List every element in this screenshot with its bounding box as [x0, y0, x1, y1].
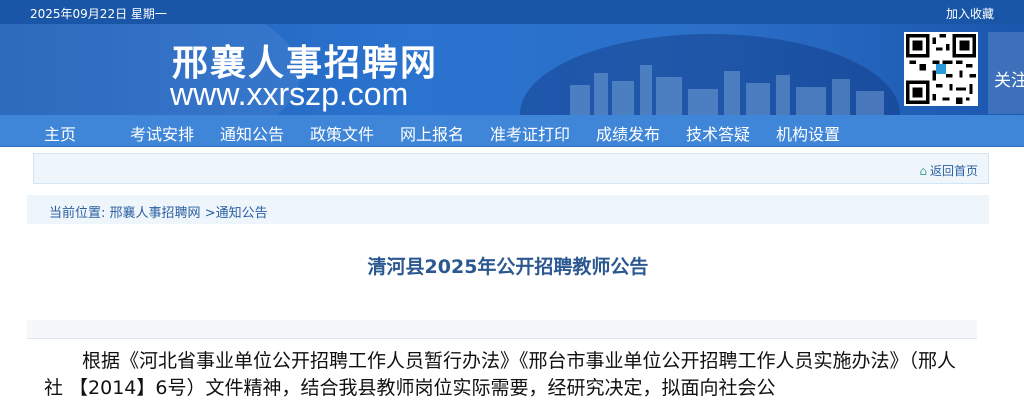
main-nav: 主页 考试安排 通知公告 政策文件 网上报名 准考证打印 成绩发布 技术答疑 机… [0, 115, 1024, 147]
article-body: 根据《河北省事业单位公开招聘工作人员暂行办法》《邢台市事业单位公开招聘工作人员实… [44, 348, 974, 402]
nav-item-tech-support[interactable]: 技术答疑 [686, 121, 750, 145]
breadcrumb-home-link[interactable]: 邢襄人事招聘网 [110, 206, 201, 221]
top-bar: 2025年09月22日 星期一 加入收藏 [0, 0, 1024, 24]
title-divider [27, 320, 977, 339]
nav-item-organization[interactable]: 机构设置 [776, 121, 840, 145]
article-title: 清河县2025年公开招聘教师公告 [367, 256, 649, 278]
return-home-label: 返回首页 [929, 164, 978, 178]
current-date: 2025年09月22日 星期一 [30, 7, 167, 21]
nav-item-policy-docs[interactable]: 政策文件 [310, 121, 374, 145]
qr-code-image [904, 32, 978, 106]
return-home-bar: ⌂ 返回首页 [33, 153, 989, 184]
add-favorite-link[interactable]: 加入收藏 [946, 5, 994, 22]
nav-item-online-registration[interactable]: 网上报名 [400, 121, 464, 145]
city-skyline-graphic [570, 65, 884, 115]
nav-item-home[interactable]: 主页 [44, 121, 76, 145]
breadcrumb-separator: > [204, 206, 216, 221]
breadcrumb: 当前位置: 邢襄人事招聘网 >通知公告 [27, 195, 989, 224]
follow-label: 关注 [994, 71, 1024, 91]
breadcrumb-current-link[interactable]: 通知公告 [216, 206, 268, 221]
nav-item-exam-schedule[interactable]: 考试安排 [130, 121, 194, 145]
nav-item-admission-ticket[interactable]: 准考证打印 [490, 121, 570, 145]
site-url: www.xxrszp.com [170, 76, 409, 112]
article-paragraph: 根据《河北省事业单位公开招聘工作人员暂行办法》《邢台市事业单位公开招聘工作人员实… [44, 350, 957, 399]
nav-item-score-release[interactable]: 成绩发布 [596, 121, 660, 145]
home-icon: ⌂ [919, 164, 927, 178]
breadcrumb-prefix: 当前位置: [49, 206, 106, 221]
nav-item-notices[interactable]: 通知公告 [220, 121, 284, 145]
header-banner: 邢襄人事招聘网 www.xxrszp.com 关注 [0, 24, 1024, 115]
follow-panel: 关注 [988, 32, 1024, 114]
return-home-link[interactable]: ⌂ 返回首页 [919, 162, 978, 179]
